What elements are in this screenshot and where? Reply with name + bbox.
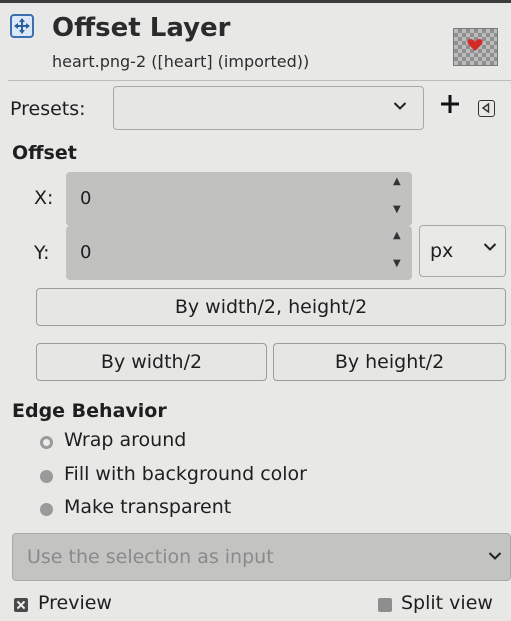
wrap-around-label[interactable]: Wrap around bbox=[64, 429, 186, 451]
offset-heading: Offset bbox=[12, 142, 77, 164]
fill-background-radio[interactable] bbox=[40, 470, 53, 483]
plus-icon bbox=[441, 95, 459, 113]
add-preset-button[interactable] bbox=[440, 91, 460, 119]
preview-checkbox[interactable] bbox=[14, 598, 28, 612]
y-stepper[interactable]: ▲ ▼ bbox=[384, 226, 412, 280]
by-width-half-button[interactable]: By width/2 bbox=[36, 343, 267, 381]
move-icon bbox=[10, 14, 34, 38]
heart-icon bbox=[467, 39, 483, 51]
y-value: 0 bbox=[80, 242, 92, 263]
x-label: X: bbox=[34, 187, 54, 209]
split-view-label[interactable]: Split view bbox=[401, 592, 493, 614]
x-spinbutton[interactable]: 0 ▲ ▼ bbox=[66, 172, 412, 226]
x-value: 0 bbox=[80, 188, 92, 209]
selection-input-label: Use the selection as input bbox=[27, 546, 274, 568]
chevron-down-icon bbox=[483, 243, 497, 251]
header-divider bbox=[8, 80, 511, 81]
make-transparent-radio[interactable] bbox=[40, 503, 53, 516]
layer-thumbnail bbox=[453, 28, 498, 66]
arrow-down-icon[interactable]: ▼ bbox=[393, 204, 401, 215]
unit-combo[interactable]: px bbox=[419, 225, 506, 277]
split-view-checkbox[interactable] bbox=[378, 598, 392, 612]
y-spinbutton[interactable]: 0 ▲ ▼ bbox=[66, 226, 412, 280]
chevron-down-icon bbox=[488, 552, 502, 560]
unit-value: px bbox=[430, 240, 454, 262]
layer-name: heart.png-2 ([heart] (imported)) bbox=[52, 52, 310, 71]
edge-behavior-heading: Edge Behavior bbox=[12, 400, 167, 422]
preview-label[interactable]: Preview bbox=[38, 592, 112, 614]
y-label: Y: bbox=[34, 242, 50, 264]
fill-background-label[interactable]: Fill with background color bbox=[64, 463, 307, 485]
dialog-title: Offset Layer bbox=[52, 13, 231, 43]
x-stepper[interactable]: ▲ ▼ bbox=[384, 172, 412, 226]
menu-icon bbox=[481, 102, 490, 114]
chevron-down-icon bbox=[393, 102, 407, 110]
arrow-up-icon[interactable]: ▲ bbox=[393, 230, 401, 241]
selection-input-combo[interactable]: Use the selection as input bbox=[12, 533, 511, 581]
top-border bbox=[0, 0, 511, 3]
presets-menu-button[interactable] bbox=[478, 100, 495, 117]
by-width-height-half-button[interactable]: By width/2, height/2 bbox=[36, 288, 506, 326]
arrow-up-icon[interactable]: ▲ bbox=[393, 176, 401, 187]
presets-label: Presets: bbox=[10, 98, 86, 120]
by-height-half-button[interactable]: By height/2 bbox=[273, 343, 506, 381]
make-transparent-label[interactable]: Make transparent bbox=[64, 496, 231, 518]
wrap-around-radio[interactable] bbox=[40, 436, 53, 449]
presets-combo[interactable] bbox=[113, 86, 424, 130]
arrow-down-icon[interactable]: ▼ bbox=[393, 258, 401, 269]
